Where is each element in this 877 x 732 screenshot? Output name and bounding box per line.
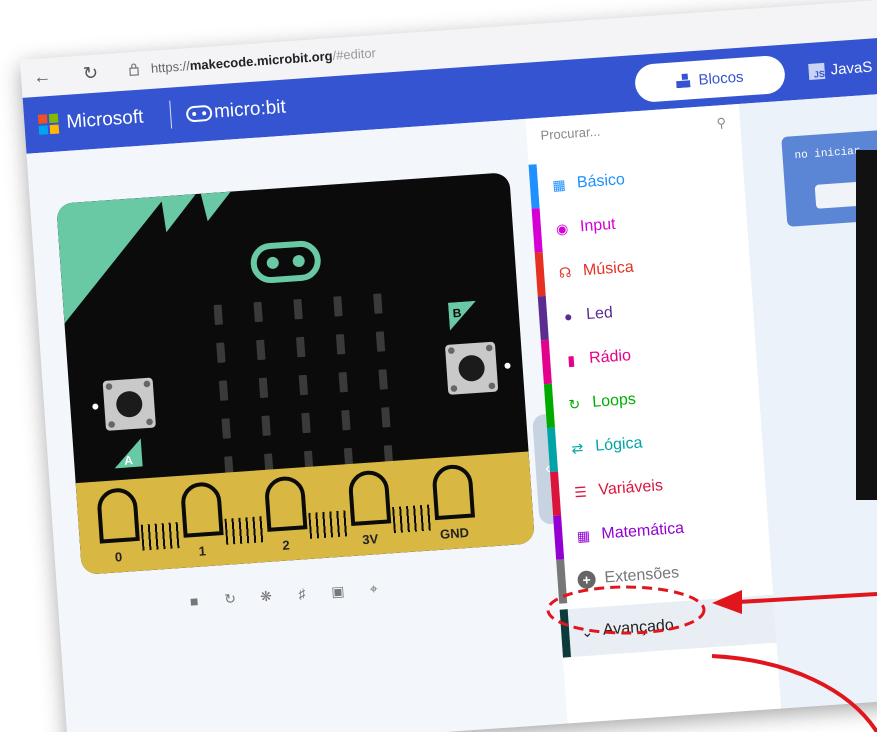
- extensions-label: Extensões: [603, 564, 680, 587]
- category-color-bar: [540, 339, 552, 385]
- button-b-dot: [504, 362, 511, 369]
- blocks-icon: [676, 73, 692, 89]
- pin-label: 1: [198, 543, 207, 559]
- grid-icon: ▦: [551, 176, 567, 194]
- simulator-panel: A B 0 1 2 3V GND ■ ↻ ❋ ♯ ▣ ⌖ ‹: [26, 118, 568, 732]
- category-label: Música: [582, 258, 635, 280]
- input-icon: ◉: [555, 220, 569, 238]
- category-color-bar: [537, 295, 549, 341]
- calculator-icon: ▦: [576, 527, 591, 545]
- headphones-icon: ☊: [558, 264, 572, 281]
- pin-3v[interactable]: [347, 469, 392, 527]
- screenshot-stage: ← ↻ https://makecode.microbit.org/#edito…: [0, 0, 877, 732]
- category-label: Rádio: [588, 347, 632, 368]
- edge-stripes: [140, 521, 183, 551]
- url-host: makecode.microbit.org: [189, 48, 334, 74]
- pin-1[interactable]: [179, 481, 224, 538]
- fullscreen-icon[interactable]: ⌖: [365, 580, 382, 597]
- pin-label: GND: [439, 524, 470, 542]
- led-matrix: [213, 293, 396, 477]
- shuffle-icon: ⇄: [571, 439, 584, 457]
- tab-javascript[interactable]: JS JavaS: [808, 59, 873, 80]
- microbit-board[interactable]: A B 0 1 2 3V GND: [56, 172, 535, 575]
- chevron-down-icon: ⌄: [580, 622, 594, 640]
- camera-icon[interactable]: ▣: [329, 583, 346, 600]
- stop-icon[interactable]: ■: [186, 593, 203, 610]
- button-b-label: B: [452, 305, 462, 321]
- edge-stripes: [392, 504, 434, 534]
- advanced-label: Avançado: [602, 616, 675, 639]
- search-placeholder: Procurar...: [540, 123, 601, 143]
- simulator-controls: ■ ↻ ❋ ♯ ▣ ⌖: [186, 580, 383, 610]
- url-prefix: https://: [150, 58, 191, 76]
- search-input[interactable]: Procurar... ⚲: [540, 115, 731, 156]
- list-icon: ☰: [573, 483, 588, 501]
- microsoft-brand: Microsoft: [65, 106, 145, 133]
- category-label: Led: [585, 304, 614, 324]
- toolbox: Procurar... ⚲ ▦ Básico ◉ Input ☊ Música …: [525, 103, 782, 724]
- pin-label: 0: [114, 549, 123, 565]
- lock-icon: [129, 63, 139, 76]
- category-color-bar: [556, 559, 568, 604]
- tab-blocks[interactable]: Blocos: [633, 54, 787, 104]
- tab-javascript-label: JavaS: [830, 58, 873, 79]
- microbit-brand: micro:bit: [213, 96, 287, 123]
- edge-stripes: [308, 510, 351, 539]
- touch-logo-icon[interactable]: [249, 239, 323, 285]
- toggle-icon: ●: [563, 308, 574, 325]
- pin-0[interactable]: [96, 486, 140, 544]
- reload-icon[interactable]: ↻: [82, 63, 98, 84]
- restart-icon[interactable]: ↻: [222, 590, 239, 607]
- button-a-label: A: [123, 453, 134, 468]
- category-color-bar: [546, 427, 559, 473]
- pin-label: 2: [281, 537, 291, 553]
- category-color-bar: [531, 208, 543, 253]
- edge-stripes: [224, 516, 267, 545]
- category-color-bar: [553, 515, 565, 560]
- tab-blocks-label: Blocos: [697, 68, 745, 89]
- pin-label: 3V: [361, 531, 379, 548]
- category-label: Básico: [576, 171, 626, 192]
- address-bar[interactable]: https://makecode.microbit.org/#editor: [150, 45, 376, 76]
- volume-icon[interactable]: ♯: [293, 585, 310, 602]
- url-hash: /#editor: [332, 45, 377, 64]
- editor-window: ← ↻ https://makecode.microbit.org/#edito…: [20, 0, 877, 732]
- microsoft-logo-icon: [37, 113, 60, 135]
- category-color-bar: [543, 383, 555, 429]
- plus-circle-icon: +: [577, 570, 597, 590]
- back-arrow-icon[interactable]: ←: [33, 66, 52, 87]
- debug-bug-icon[interactable]: ❋: [257, 588, 274, 605]
- category-color-bar: [528, 164, 540, 209]
- pin-2[interactable]: [263, 475, 308, 532]
- header-divider: [169, 100, 173, 129]
- category-label: Variáveis: [597, 477, 664, 499]
- pin-gnd[interactable]: [431, 463, 476, 521]
- category-color-bar: [550, 471, 562, 516]
- category-label: Matemática: [600, 519, 685, 543]
- search-icon[interactable]: ⚲: [716, 115, 727, 132]
- overlay-panel-edge: [856, 150, 877, 500]
- category-label: Loops: [591, 390, 637, 411]
- on-start-label: no iniciar: [794, 145, 861, 163]
- advanced-button[interactable]: ⌄ Avançado: [559, 594, 777, 658]
- loop-icon: ↻: [567, 395, 581, 413]
- signal-icon: ▮: [566, 352, 576, 369]
- button-a-dot: [92, 403, 99, 410]
- javascript-icon: JS: [808, 62, 826, 80]
- category-color-bar: [534, 252, 546, 297]
- button-a[interactable]: [102, 377, 156, 431]
- button-b[interactable]: [444, 341, 499, 395]
- microbit-logo-icon: [185, 104, 213, 123]
- category-label: Input: [579, 215, 617, 236]
- category-label: Lógica: [594, 434, 643, 455]
